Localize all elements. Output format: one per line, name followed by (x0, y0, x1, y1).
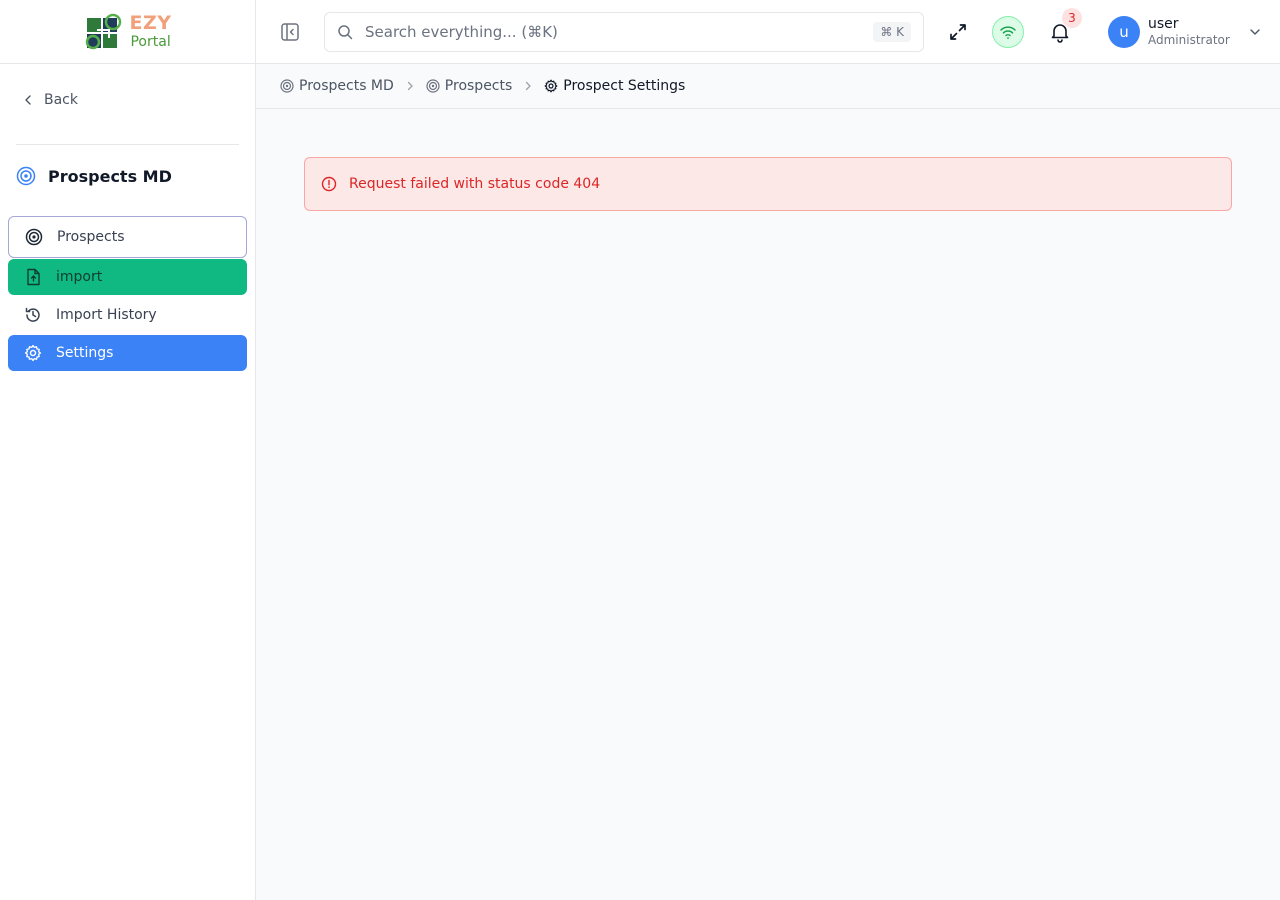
history-icon (25, 307, 40, 322)
notification-badge: 3 (1062, 8, 1082, 28)
breadcrumb: Prospects MD Prospects Prospect Settings (256, 64, 1280, 109)
puzzle-logo-icon (86, 13, 122, 49)
gear-icon (544, 79, 558, 93)
sidebar-item-import[interactable]: import (8, 259, 247, 295)
alert-circle-icon (321, 176, 337, 192)
back-label: Back (44, 92, 78, 108)
back-link[interactable]: Back (22, 92, 78, 108)
sidebar-item-label: Import History (56, 307, 157, 323)
target-icon (16, 166, 36, 186)
main-content: Request failed with status code 404 (256, 109, 1280, 900)
brand-subname: Portal (130, 34, 171, 50)
file-upload-icon (27, 268, 40, 286)
global-search[interactable]: ⌘ K (324, 12, 924, 52)
breadcrumb-item-prospects[interactable]: Prospects (426, 78, 512, 94)
top-header: ⌘ K 3 u user Administrator (256, 0, 1280, 64)
brand-logo[interactable]: EZY Portal (83, 12, 171, 52)
brand-name: EZY (129, 12, 172, 34)
sidebar-item-label: Prospects (57, 229, 125, 245)
avatar: u (1108, 16, 1140, 48)
gear-icon (24, 344, 42, 362)
error-message: Request failed with status code 404 (349, 176, 601, 192)
sidebar-item-prospects[interactable]: Prospects (8, 216, 247, 258)
user-name: user (1148, 16, 1179, 33)
breadcrumb-item-prospects-md[interactable]: Prospects MD (280, 78, 394, 94)
sidebar-nav: Prospects import Import History Settings (8, 216, 247, 373)
sidebar-item-label: Settings (56, 345, 114, 361)
connection-status-button[interactable] (992, 16, 1024, 48)
error-alert: Request failed with status code 404 (304, 157, 1232, 211)
fullscreen-icon[interactable] (948, 22, 968, 42)
search-input[interactable] (365, 23, 874, 41)
breadcrumb-item-prospect-settings: Prospect Settings (544, 78, 685, 94)
user-menu[interactable]: u user Administrator (1108, 16, 1262, 48)
target-icon (280, 79, 294, 93)
sidebar-item-settings[interactable]: Settings (8, 335, 247, 371)
module-title: Prospects MD (16, 166, 172, 186)
chevron-left-icon (25, 95, 31, 105)
logo-area: EZY Portal (0, 0, 255, 64)
chevron-right-icon (407, 81, 413, 91)
sidebar-divider (16, 144, 239, 145)
target-icon (426, 79, 440, 93)
sidebar-collapse-icon[interactable] (280, 22, 300, 42)
user-role: Administrator (1148, 33, 1230, 48)
sidebar-item-label: import (56, 269, 103, 285)
wifi-icon (1000, 26, 1016, 39)
search-icon (338, 25, 353, 40)
sidebar: EZY Portal Back Prospects MD Prospects i… (0, 0, 256, 900)
chevron-right-icon (526, 81, 531, 91)
search-shortcut-badge: ⌘ K (873, 22, 911, 42)
chevron-down-icon (1250, 29, 1260, 35)
module-title-text: Prospects MD (48, 166, 172, 186)
sidebar-item-import-history[interactable]: Import History (8, 297, 247, 333)
target-icon (25, 228, 43, 246)
